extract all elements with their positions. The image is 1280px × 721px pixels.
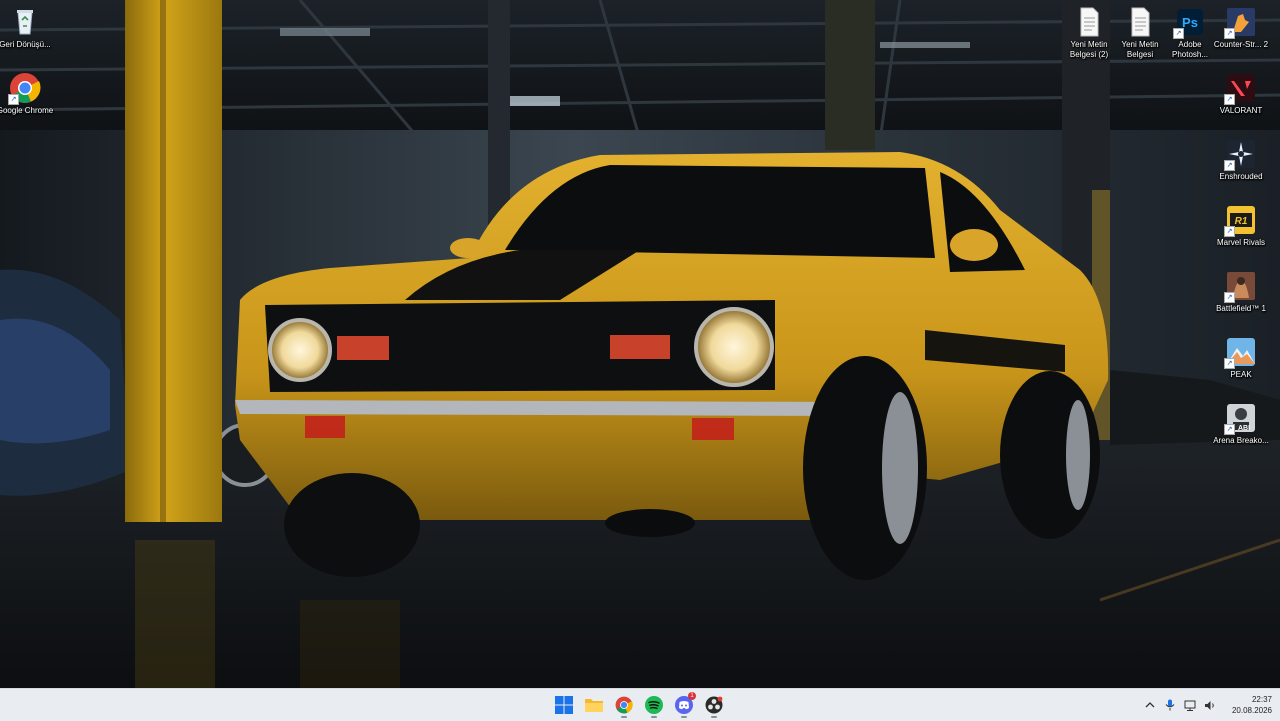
desktop-icon-recycle-bin[interactable]: Geri Dönüşü... [0, 6, 54, 50]
desktop-icon-label: Adobe Photosh... [1171, 40, 1209, 59]
notification-badge: 1 [688, 692, 696, 700]
desktop-icon-label: VALORANT [1219, 106, 1263, 115]
system-tray: 22:37 20.08.2026 [1140, 689, 1280, 721]
taskbar-app-list: 1 [552, 689, 726, 721]
desktop-icon-counter-strike-2[interactable]: ↗ Counter-Str... 2 [1212, 6, 1270, 50]
shortcut-arrow-icon: ↗ [1224, 226, 1235, 237]
desktop-icon-label: Google Chrome [0, 106, 54, 115]
desktop-icon-label: Yeni Metin Belgesi (2) [1069, 40, 1109, 59]
taskbar-file-explorer-button[interactable] [582, 689, 606, 721]
marvel-rivals-icon: R1 ↗ [1224, 204, 1257, 237]
windows-start-icon [555, 696, 573, 714]
chevron-up-icon[interactable] [1140, 689, 1160, 721]
shortcut-arrow-icon: ↗ [1224, 28, 1235, 39]
shortcut-arrow-icon: ↗ [1224, 94, 1235, 105]
photoshop-badge-text: Ps [1182, 15, 1198, 30]
shortcut-arrow-icon: ↗ [1224, 292, 1235, 303]
shortcut-arrow-icon: ↗ [1224, 424, 1235, 435]
shortcut-arrow-icon: ↗ [1224, 358, 1235, 369]
chrome-icon: ↗ [8, 72, 41, 105]
clock-time: 22:37 [1251, 695, 1272, 704]
recycle-bin-icon [9, 6, 41, 38]
spotify-icon [645, 696, 663, 714]
desktop-icon-label: PEAK [1230, 370, 1252, 379]
taskbar-start-button[interactable] [552, 689, 576, 721]
photoshop-icon: Ps ↗ [1173, 6, 1206, 39]
desktop-icon-label: Geri Dönüşü... [0, 40, 51, 49]
shortcut-arrow-icon: ↗ [8, 94, 19, 105]
arena-breakout-badge-text: ABI [1238, 425, 1250, 432]
desktop-icon-yeni-metin-belgesi-2[interactable]: Yeni Metin Belgesi (2) [1060, 6, 1118, 60]
desktop-icon-label: Counter-Str... 2 [1213, 40, 1269, 49]
speaker-icon[interactable] [1200, 689, 1220, 721]
desktop-icon-label: Arena Breako... [1213, 436, 1269, 445]
chrome-icon [615, 696, 633, 714]
network-icon[interactable] [1180, 689, 1200, 721]
desktop-icon-arena-breakout[interactable]: ABI ↗ Arena Breako... [1212, 402, 1270, 446]
text-document-icon [1124, 6, 1156, 38]
microphone-icon[interactable] [1160, 689, 1180, 721]
taskbar-clock[interactable]: 22:37 20.08.2026 [1220, 694, 1280, 716]
desktop-icon-google-chrome[interactable]: ↗ Google Chrome [0, 72, 54, 116]
arena-breakout-icon: ABI ↗ [1224, 402, 1257, 435]
taskbar-obs-button[interactable] [702, 689, 726, 721]
clock-date: 20.08.2026 [1231, 706, 1272, 715]
desktop-icon-battlefield-1[interactable]: ↗ Battlefield™ 1 [1212, 270, 1270, 314]
folder-icon [585, 699, 603, 712]
enshrouded-icon: ↗ [1224, 138, 1257, 171]
battlefield-icon: ↗ [1224, 270, 1257, 303]
text-document-icon [1073, 6, 1105, 38]
desktop-icon-label: Enshrouded [1219, 172, 1263, 181]
taskbar: 1 22:37 20.08.2026 [0, 688, 1280, 721]
running-indicator [621, 716, 627, 718]
running-indicator [681, 716, 687, 718]
desktop-icon-marvel-rivals[interactable]: R1 ↗ Marvel Rivals [1212, 204, 1270, 248]
running-indicator [711, 716, 717, 718]
shortcut-arrow-icon: ↗ [1173, 28, 1184, 39]
running-indicator [651, 716, 657, 718]
obs-icon [705, 696, 723, 714]
desktop-icon-valorant[interactable]: ↗ VALORANT [1212, 72, 1270, 116]
valorant-icon: ↗ [1224, 72, 1257, 105]
counter-strike-icon: ↗ [1224, 6, 1257, 39]
desktop-icon-label: Marvel Rivals [1216, 238, 1265, 247]
desktop-icon-enshrouded[interactable]: ↗ Enshrouded [1212, 138, 1270, 182]
desktop-icon-peak[interactable]: ↗ PEAK [1212, 336, 1270, 380]
desktop-icon-label: Battlefield™ 1 [1216, 304, 1266, 313]
taskbar-spotify-button[interactable] [642, 689, 666, 721]
taskbar-discord-button[interactable]: 1 [672, 689, 696, 721]
taskbar-chrome-button[interactable] [612, 689, 636, 721]
desktop-wallpaper [0, 0, 1280, 688]
shortcut-arrow-icon: ↗ [1224, 160, 1235, 171]
marvel-rivals-badge-text: R1 [1235, 216, 1248, 227]
peak-icon: ↗ [1224, 336, 1257, 369]
desktop-icon-adobe-photoshop[interactable]: Ps ↗ Adobe Photosh... [1161, 6, 1219, 60]
